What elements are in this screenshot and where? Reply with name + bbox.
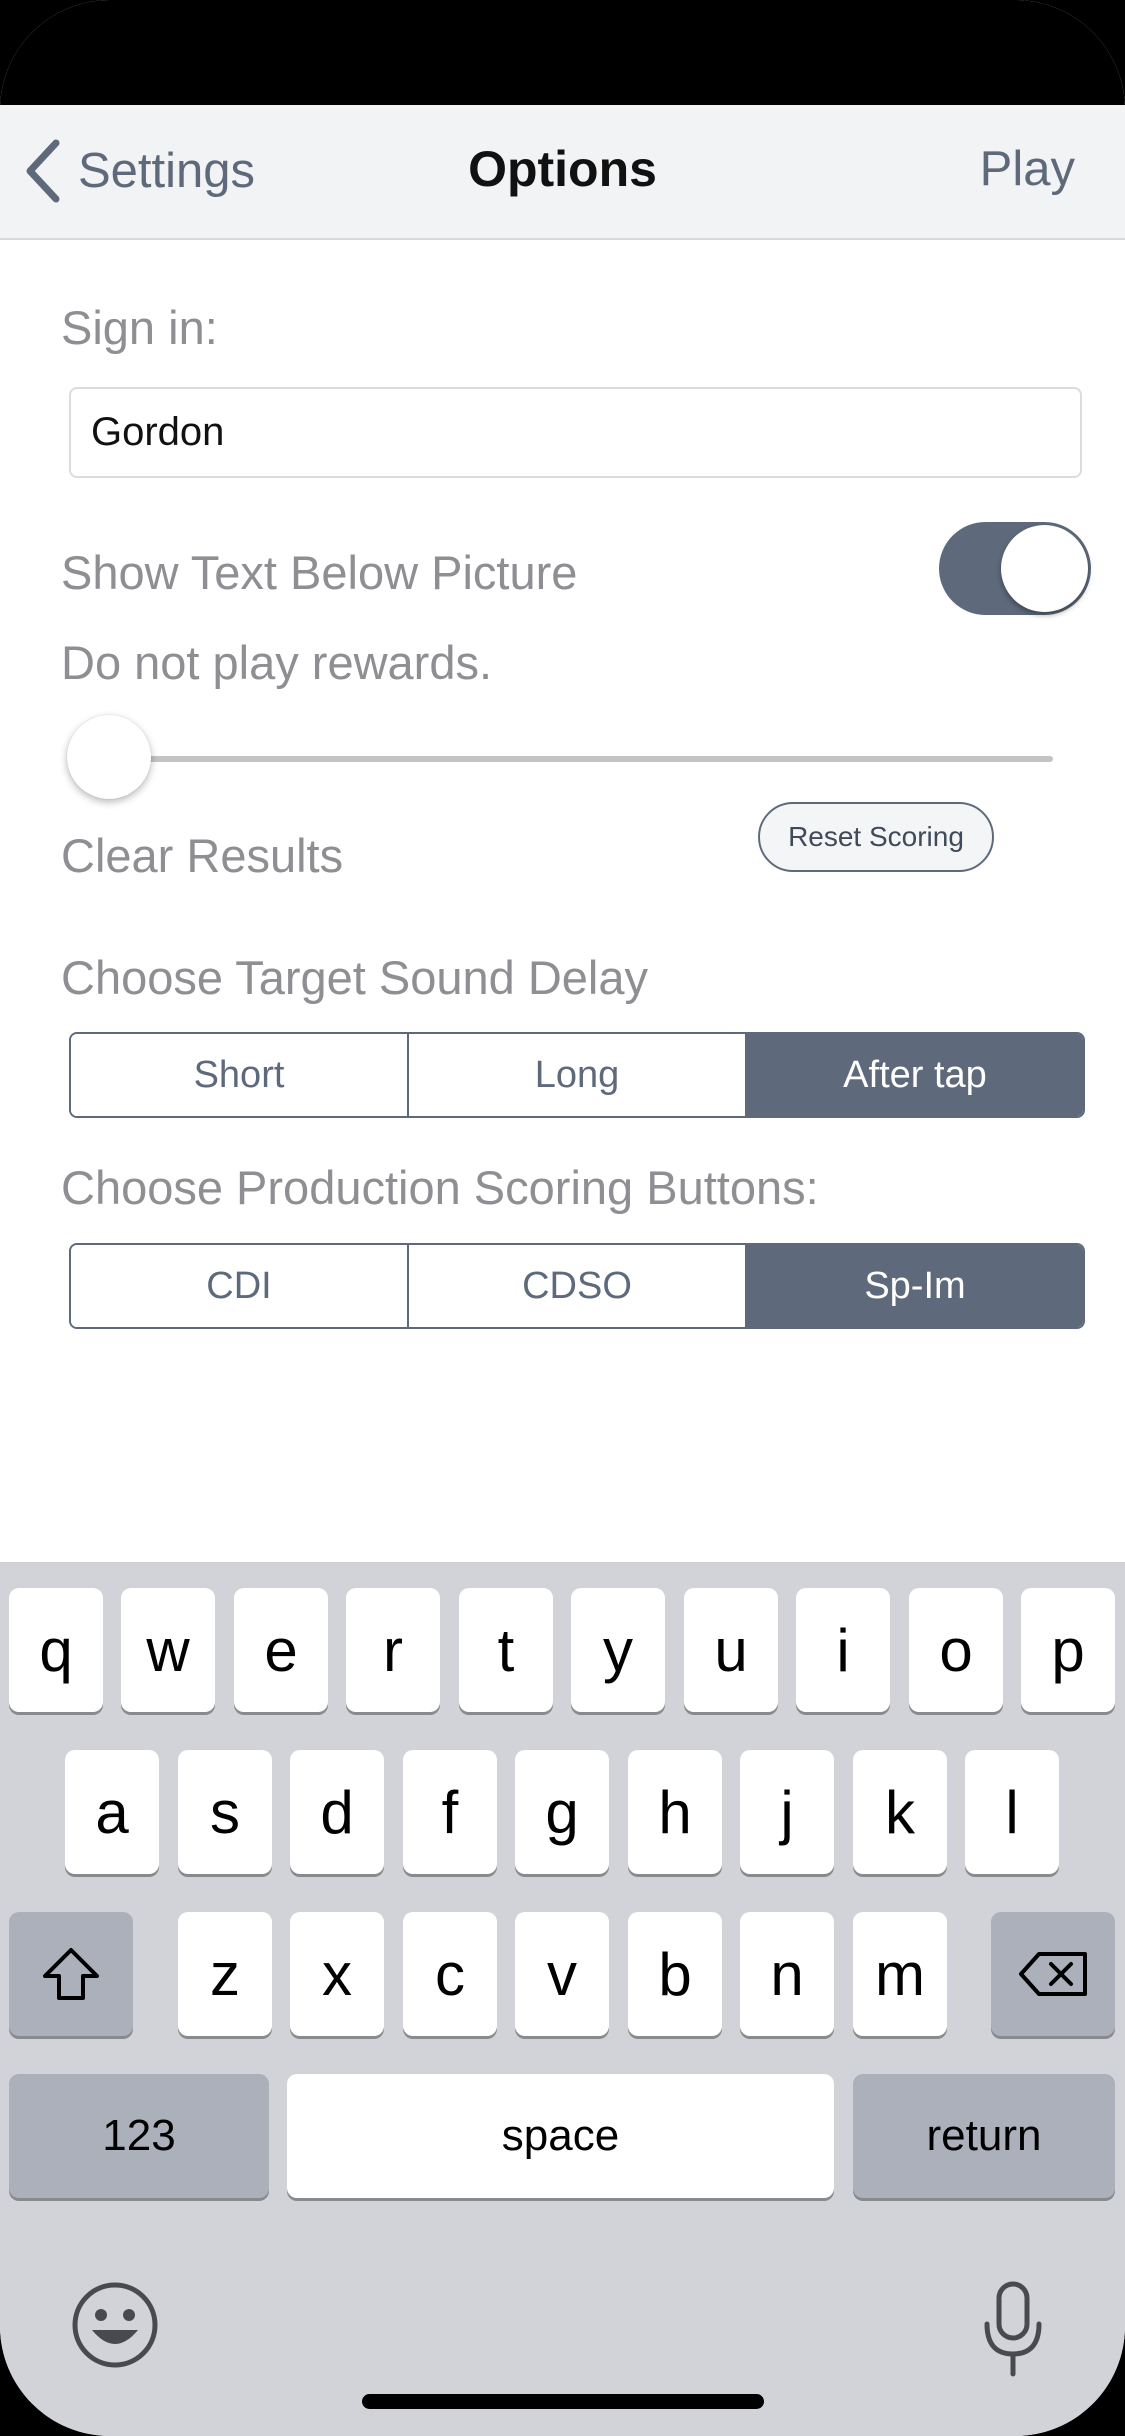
toggle-knob xyxy=(1001,525,1088,612)
onscreen-keyboard: q w e r t y u i o p a s d f g h j k l z … xyxy=(0,1562,1125,2436)
microphone-icon xyxy=(984,2281,1042,2377)
key-e[interactable]: e xyxy=(234,1588,328,1712)
show-text-toggle[interactable] xyxy=(939,522,1091,615)
numbers-key[interactable]: 123 xyxy=(9,2074,269,2198)
navigation-bar: Settings Options Play xyxy=(0,105,1125,240)
key-f[interactable]: f xyxy=(403,1750,497,1874)
show-text-label: Show Text Below Picture xyxy=(61,546,578,599)
key-k[interactable]: k xyxy=(853,1750,947,1874)
segment-short[interactable]: Short xyxy=(71,1034,409,1116)
key-v[interactable]: v xyxy=(515,1912,609,2036)
segment-sp-im[interactable]: Sp-Im xyxy=(747,1245,1083,1327)
key-i[interactable]: i xyxy=(796,1588,890,1712)
space-key[interactable]: space xyxy=(287,2074,834,2198)
emoji-key[interactable] xyxy=(70,2280,160,2370)
reset-scoring-button[interactable]: Reset Scoring xyxy=(758,802,994,872)
emoji-icon xyxy=(72,2282,158,2368)
key-d[interactable]: d xyxy=(290,1750,384,1874)
backspace-icon xyxy=(1019,1952,1087,1996)
key-o[interactable]: o xyxy=(909,1588,1003,1712)
key-h[interactable]: h xyxy=(628,1750,722,1874)
key-m[interactable]: m xyxy=(853,1912,947,2036)
key-q[interactable]: q xyxy=(9,1588,103,1712)
page-title: Options xyxy=(468,141,657,197)
key-x[interactable]: x xyxy=(290,1912,384,2036)
key-y[interactable]: y xyxy=(571,1588,665,1712)
shift-arrow-icon xyxy=(43,1948,99,2000)
rewards-slider-thumb[interactable] xyxy=(67,715,151,799)
sound-delay-label: Choose Target Sound Delay xyxy=(61,951,649,1004)
key-j[interactable]: j xyxy=(740,1750,834,1874)
device-screen: Settings Options Play Sign in: Show Text… xyxy=(0,0,1125,2436)
key-c[interactable]: c xyxy=(403,1912,497,2036)
signin-name-field[interactable] xyxy=(69,387,1082,478)
home-indicator[interactable] xyxy=(362,2394,764,2409)
dictation-key[interactable] xyxy=(980,2280,1046,2380)
key-r[interactable]: r xyxy=(346,1588,440,1712)
delete-key[interactable] xyxy=(991,1912,1115,2036)
device-notch xyxy=(248,0,878,94)
signin-label: Sign in: xyxy=(61,301,218,354)
clear-results-label: Clear Results xyxy=(61,829,344,882)
scoring-buttons-segmented-control: CDI CDSO Sp-Im xyxy=(69,1243,1085,1329)
key-p[interactable]: p xyxy=(1021,1588,1115,1712)
key-z[interactable]: z xyxy=(178,1912,272,2036)
key-n[interactable]: n xyxy=(740,1912,834,2036)
key-a[interactable]: a xyxy=(65,1750,159,1874)
rewards-label: Do not play rewards. xyxy=(61,636,493,689)
key-u[interactable]: u xyxy=(684,1588,778,1712)
key-l[interactable]: l xyxy=(965,1750,1059,1874)
scoring-buttons-label: Choose Production Scoring Buttons: xyxy=(61,1161,819,1214)
key-s[interactable]: s xyxy=(178,1750,272,1874)
segment-long[interactable]: Long xyxy=(409,1034,747,1116)
segment-cdso[interactable]: CDSO xyxy=(409,1245,747,1327)
segment-cdi[interactable]: CDI xyxy=(71,1245,409,1327)
shift-key[interactable] xyxy=(9,1912,133,2036)
sound-delay-segmented-control: Short Long After tap xyxy=(69,1032,1085,1118)
segment-after-tap[interactable]: After tap xyxy=(747,1034,1083,1116)
status-bar xyxy=(0,0,1125,105)
return-key[interactable]: return xyxy=(853,2074,1115,2198)
key-w[interactable]: w xyxy=(121,1588,215,1712)
key-b[interactable]: b xyxy=(628,1912,722,2036)
key-t[interactable]: t xyxy=(459,1588,553,1712)
play-button[interactable]: Play xyxy=(980,141,1075,197)
key-g[interactable]: g xyxy=(515,1750,609,1874)
rewards-slider-track[interactable] xyxy=(75,756,1053,762)
